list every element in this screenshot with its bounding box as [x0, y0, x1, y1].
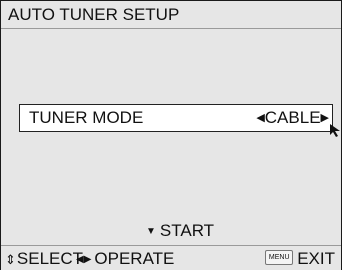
- exit-hint[interactable]: MENU EXIT: [265, 246, 335, 271]
- select-label: SELECT: [16, 249, 84, 268]
- right-arrow-icon[interactable]: ▶: [321, 112, 329, 124]
- pointer-cursor-icon: [330, 124, 340, 137]
- left-arrow-icon[interactable]: ◀: [256, 112, 264, 124]
- down-triangle-icon: ▼: [146, 226, 156, 237]
- menu-key-icon: MENU: [265, 250, 294, 266]
- title-bar: AUTO TUNER SETUP: [1, 1, 341, 29]
- footer-bar: ⇕SELECT ◀▶ OPERATE MENU EXIT: [1, 245, 341, 270]
- page-title: AUTO TUNER SETUP: [8, 5, 180, 24]
- exit-label: EXIT: [297, 249, 335, 268]
- left-right-arrow-icon: ◀▶: [76, 254, 92, 265]
- operate-label: OPERATE: [94, 249, 175, 268]
- tuner-mode-selector[interactable]: ◀CABLE▶: [256, 105, 329, 133]
- start-label: START: [159, 221, 215, 240]
- select-hint: ⇕SELECT: [5, 246, 83, 272]
- osd-screen: AUTO TUNER SETUP TUNER MODE ◀CABLE▶ ▼ STA…: [0, 0, 342, 270]
- tuner-mode-value: CABLE: [264, 108, 321, 127]
- menu-item-label: TUNER MODE: [29, 108, 144, 127]
- start-button[interactable]: ▼ START: [146, 221, 214, 244]
- up-down-arrow-icon: ⇕: [5, 252, 16, 267]
- menu-item-tuner-mode[interactable]: TUNER MODE ◀CABLE▶: [19, 104, 333, 132]
